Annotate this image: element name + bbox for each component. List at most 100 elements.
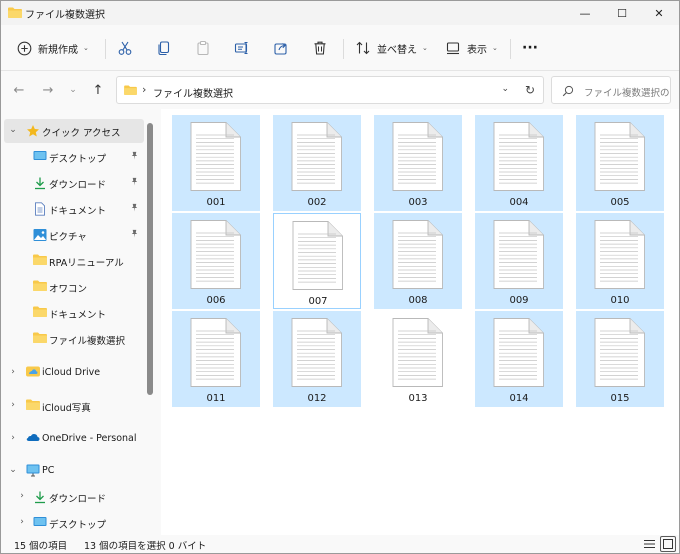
- file-item[interactable]: 002: [273, 115, 361, 211]
- file-item[interactable]: 013: [374, 311, 462, 407]
- chevron-down-icon[interactable]: ⌄: [501, 84, 509, 94]
- file-item[interactable]: 015: [576, 311, 664, 407]
- file-name: 014: [509, 393, 529, 404]
- folder-icon: [26, 399, 40, 412]
- new-button[interactable]: 新規作成 ⌄: [17, 35, 89, 61]
- file-item[interactable]: 007: [273, 213, 361, 309]
- add-circle-icon: [17, 41, 32, 55]
- search-box[interactable]: ファイル複数選択の...: [551, 76, 671, 104]
- copy-button[interactable]: [156, 35, 172, 61]
- file-item[interactable]: 014: [475, 311, 563, 407]
- file-item[interactable]: 008: [374, 213, 462, 309]
- file-item[interactable]: 009: [475, 213, 563, 309]
- large-icons-view-button[interactable]: [660, 536, 676, 552]
- text-file-icon: [190, 318, 241, 387]
- file-item[interactable]: 001: [172, 115, 260, 211]
- new-label: 新規作成: [38, 44, 78, 56]
- sidebar-item-label: iCloud写真: [42, 403, 91, 414]
- file-name: 015: [610, 393, 630, 404]
- chevron-right-icon[interactable]: ›: [8, 367, 18, 377]
- view-button[interactable]: 表示 ⌄: [445, 35, 498, 61]
- sidebar-item[interactable]: ⌄ PC: [4, 459, 144, 483]
- chevron-right-icon[interactable]: ›: [8, 400, 18, 410]
- file-item[interactable]: 006: [172, 213, 260, 309]
- chevron-down-icon[interactable]: ⌄: [8, 125, 18, 135]
- folder-icon: [33, 332, 47, 345]
- sort-label: 並べ替え: [377, 44, 417, 56]
- sidebar-item[interactable]: デスクトップ: [4, 145, 144, 169]
- sidebar-item[interactable]: › iCloud写真: [4, 394, 144, 418]
- share-button[interactable]: [273, 35, 289, 61]
- chevron-down-icon: ⌄: [69, 85, 77, 95]
- paste-button[interactable]: [195, 35, 211, 61]
- breadcrumb-current[interactable]: ファイル複数選択: [153, 85, 233, 100]
- folder-icon: [8, 7, 22, 18]
- text-file-icon: [291, 318, 342, 387]
- back-button[interactable]: ←: [10, 81, 28, 99]
- chevron-right-icon[interactable]: ›: [8, 433, 18, 443]
- text-file-icon: [392, 220, 443, 289]
- sort-button[interactable]: 並べ替え ⌄: [355, 35, 428, 61]
- sidebar-item[interactable]: ⌄ クイック アクセス: [4, 119, 144, 143]
- sidebar-item[interactable]: ドキュメント: [4, 301, 144, 325]
- sidebar-item[interactable]: ドキュメント: [4, 197, 144, 221]
- sidebar-item[interactable]: オワコン: [4, 275, 144, 299]
- view-icon: [446, 42, 460, 55]
- maximize-icon: ☐: [617, 6, 627, 20]
- delete-button[interactable]: [312, 35, 328, 61]
- scrollbar-thumb[interactable]: [147, 123, 153, 395]
- refresh-icon[interactable]: ↻: [525, 83, 535, 97]
- sidebar-item[interactable]: ピクチャ: [4, 223, 144, 247]
- chevron-right-icon[interactable]: ›: [17, 517, 27, 527]
- maximize-button[interactable]: ☐: [605, 1, 639, 25]
- sidebar-item-label: クイック アクセス: [42, 128, 121, 139]
- chevron-down-icon: ⌄: [83, 44, 89, 52]
- sidebar-item[interactable]: › ダウンロード: [4, 485, 144, 509]
- address-bar[interactable]: › ファイル複数選択 ⌄ ↻: [116, 76, 544, 104]
- pin-icon: [130, 203, 139, 215]
- chevron-down-icon: ⌄: [492, 44, 498, 52]
- text-file-icon: [493, 122, 544, 191]
- sidebar-item[interactable]: ダウンロード: [4, 171, 144, 195]
- sidebar-item[interactable]: › OneDrive - Personal: [4, 427, 144, 451]
- copy-icon: [158, 41, 170, 56]
- sidebar-item[interactable]: ファイル複数選択: [4, 327, 144, 351]
- close-button[interactable]: ✕: [642, 1, 676, 25]
- search-icon: [562, 85, 574, 97]
- sort-icon: [356, 41, 370, 55]
- rename-button[interactable]: [234, 35, 250, 61]
- sidebar-item[interactable]: › iCloud Drive: [4, 361, 144, 385]
- text-file-icon: [190, 122, 241, 191]
- file-item[interactable]: 011: [172, 311, 260, 407]
- sidebar-item[interactable]: › デスクトップ: [4, 511, 144, 535]
- file-name: 010: [610, 295, 630, 306]
- file-item[interactable]: 004: [475, 115, 563, 211]
- file-item[interactable]: 003: [374, 115, 462, 211]
- file-item[interactable]: 010: [576, 213, 664, 309]
- chevron-down-icon: ⌄: [422, 44, 428, 52]
- up-button[interactable]: ↑: [89, 81, 107, 99]
- file-name: 009: [509, 295, 529, 306]
- arrow-left-icon: ←: [13, 82, 25, 98]
- file-name: 003: [408, 197, 428, 208]
- sidebar-item[interactable]: RPAリニューアル: [4, 249, 144, 273]
- chevron-down-icon[interactable]: ⌄: [8, 465, 18, 475]
- more-options-button[interactable]: ···: [522, 35, 538, 61]
- sidebar-item-label: ピクチャ: [49, 232, 87, 243]
- onedrive-icon: [26, 432, 40, 445]
- recent-locations-button[interactable]: ⌄: [64, 81, 82, 99]
- forward-button[interactable]: →: [39, 81, 57, 99]
- view-label: 表示: [467, 44, 487, 56]
- item-count: 15 個の項目: [14, 541, 68, 552]
- folder-icon: [33, 306, 47, 319]
- cut-button[interactable]: [117, 35, 133, 61]
- file-name: 006: [206, 295, 226, 306]
- details-view-button[interactable]: [641, 536, 657, 552]
- file-item[interactable]: 005: [576, 115, 664, 211]
- chevron-right-icon[interactable]: ›: [17, 491, 27, 501]
- file-name: 008: [408, 295, 428, 306]
- sidebar-item-label: ダウンロード: [49, 180, 107, 191]
- download-icon: [33, 176, 47, 190]
- file-item[interactable]: 012: [273, 311, 361, 407]
- minimize-button[interactable]: —: [568, 1, 602, 25]
